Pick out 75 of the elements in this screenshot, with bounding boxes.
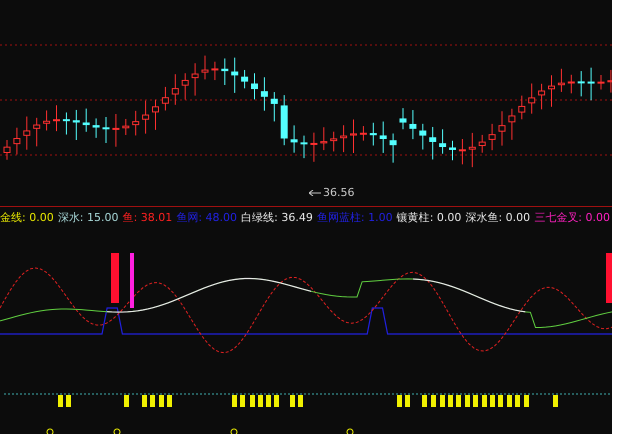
rising-candle <box>518 95 526 120</box>
falling-candle <box>449 140 456 161</box>
indicator-value: 鱼网蓝柱: 1.00 <box>316 210 393 225</box>
indicator-value: 三七金叉: 0.00 <box>534 210 610 225</box>
indicator-value: 深水鱼: 0.00 <box>465 210 530 225</box>
falling-candle <box>221 58 228 86</box>
falling-candle <box>82 108 90 132</box>
rising-candle <box>211 61 218 81</box>
rising-candle <box>23 116 30 150</box>
rising-candle <box>488 123 496 151</box>
indicator-value: 金线: 0.00 <box>0 210 54 225</box>
falling-candle <box>290 124 298 154</box>
falling-candle <box>241 69 248 89</box>
falling-candle <box>102 116 110 144</box>
falling-candle <box>400 108 406 130</box>
rising-candle <box>508 108 516 140</box>
falling-candle <box>588 67 595 101</box>
rising-candle <box>320 126 328 151</box>
rising-candle <box>13 127 20 155</box>
falling-candle <box>231 57 238 94</box>
falling-candle <box>251 72 258 100</box>
falling-candle <box>280 94 288 146</box>
signal-bar <box>606 253 612 303</box>
rising-candle <box>132 110 140 136</box>
falling-candle <box>270 92 278 122</box>
rising-candle <box>568 74 575 94</box>
arrow-icon <box>309 190 321 196</box>
rising-candle <box>340 124 348 153</box>
falling-candle <box>429 126 436 160</box>
rising-candle <box>350 119 357 154</box>
rising-candle <box>478 134 486 154</box>
falling-candle <box>260 76 268 112</box>
rising-candle <box>33 117 40 147</box>
rising-candle <box>598 74 604 90</box>
rising-candle <box>548 74 555 108</box>
falling-candle <box>409 110 416 140</box>
rising-candle <box>192 62 199 96</box>
signal-bar <box>111 253 119 303</box>
rising-candle <box>310 132 318 162</box>
rising-candle <box>458 138 466 165</box>
falling-candle <box>370 122 377 146</box>
rising-candle <box>172 74 179 106</box>
falling-candle <box>92 118 100 138</box>
indicator-value: 镶黄柱: 0.00 <box>396 210 462 225</box>
price-label: 36.56 <box>323 186 354 199</box>
rising-candle <box>53 104 60 132</box>
rising-candle <box>468 132 476 168</box>
indicator-value: 鱼: 38.01 <box>122 210 172 225</box>
rising-candle <box>558 68 565 92</box>
falling-candle <box>380 121 387 154</box>
rising-candle <box>152 99 159 130</box>
signal-bar <box>130 253 134 308</box>
falling-candle <box>72 109 80 140</box>
falling-candle <box>439 128 446 154</box>
indicator-value: 鱼网: 48.00 <box>176 210 238 225</box>
rising-candle <box>528 83 536 114</box>
rising-candle <box>43 110 50 131</box>
indicator-value: 深水: 15.00 <box>58 210 118 225</box>
rising-candle <box>162 86 169 111</box>
falling-candle <box>62 112 70 136</box>
rising-candle <box>182 72 189 100</box>
rising-candle <box>498 110 506 146</box>
rising-candle <box>4 139 10 160</box>
rising-candle <box>122 118 130 136</box>
falling-candle <box>390 133 397 164</box>
falling-candle <box>419 123 426 150</box>
rising-candle <box>538 83 546 110</box>
falling-candle <box>300 135 308 159</box>
indicator-value: 白绿线: 36.49 <box>241 210 313 225</box>
rising-candle <box>202 55 208 80</box>
falling-candle <box>578 70 585 97</box>
rising-candle <box>112 114 120 148</box>
rising-candle <box>360 126 367 142</box>
rising-candle <box>330 131 338 152</box>
rising-candle <box>142 100 150 134</box>
